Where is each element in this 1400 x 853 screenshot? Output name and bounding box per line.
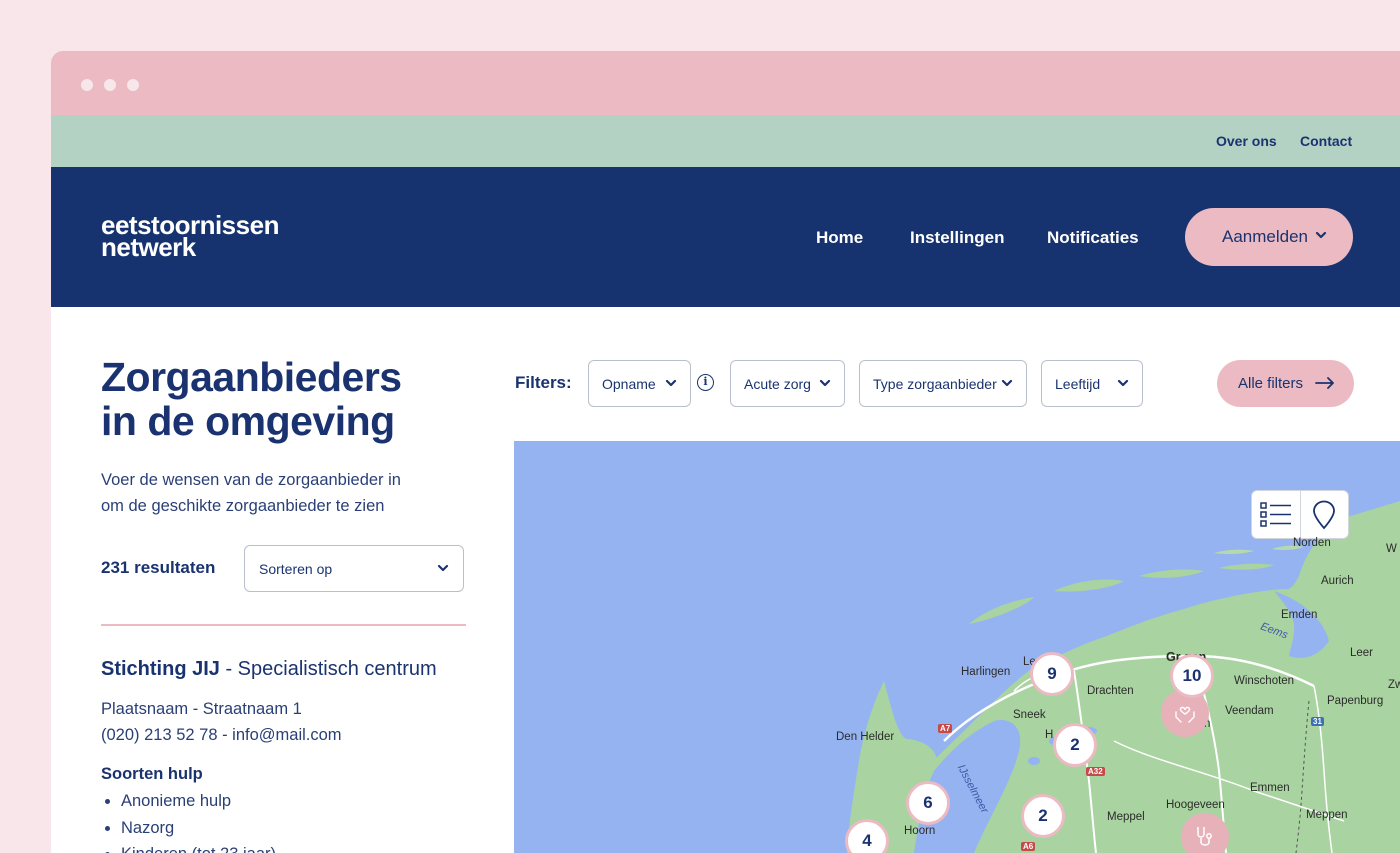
list-item: Anonieme hulp — [101, 788, 276, 815]
map-label: Sneek — [1013, 709, 1046, 721]
map-label: Zw — [1388, 679, 1400, 691]
utility-bar: Over ons Contact — [51, 115, 1400, 167]
map-label: Meppen — [1306, 809, 1348, 821]
chevron-down-icon — [1117, 379, 1129, 387]
provider-type: - Specialistisch centrum — [225, 658, 437, 680]
nav-settings[interactable]: Instellingen — [910, 228, 1004, 248]
map-cluster[interactable]: 2 — [1021, 794, 1065, 838]
intro-line-2: om de geschikte zorgaanbieder te zien — [101, 497, 385, 515]
map-label: Den Helder — [836, 731, 895, 743]
logo[interactable]: eetstoornissen netwerk — [101, 212, 279, 260]
results-count: 231 resultaten — [101, 558, 216, 577]
map-pin-icon — [1313, 500, 1336, 529]
list-item: Nazorg — [101, 815, 276, 842]
map[interactable]: Norden W Aurich Emden Leer Zw Papenburg … — [514, 441, 1400, 853]
list-view-button[interactable] — [1252, 491, 1300, 538]
provider-address: Plaatsnaam - Straatnaam 1 — [101, 700, 302, 718]
help-types-list: Anonieme hulp Nazorg Kinderen (tot 23 ja… — [101, 788, 276, 853]
provider-title[interactable]: Stichting JIJ - Specialistisch centrum — [101, 658, 437, 681]
map-label: Meppel — [1107, 811, 1145, 823]
map-label: Winschoten — [1234, 675, 1295, 687]
site-header: eetstoornissen netwerk Home Instellingen… — [51, 167, 1400, 307]
divider — [101, 624, 466, 626]
nav-home[interactable]: Home — [816, 228, 863, 248]
chevron-down-icon — [819, 379, 831, 387]
page-title-line-2: in de omgeving — [101, 398, 395, 444]
map-label: Leer — [1350, 647, 1374, 659]
map-label: Drachten — [1087, 685, 1134, 697]
chevron-down-icon — [665, 379, 677, 387]
view-toggle — [1251, 490, 1349, 539]
intro-text: Voer de wensen van de zorgaanbieder in o… — [101, 467, 431, 519]
chevron-down-icon — [1315, 231, 1327, 239]
window-dot — [81, 79, 93, 91]
map-cluster[interactable]: 9 — [1030, 652, 1074, 696]
map-label: Norden — [1293, 537, 1331, 549]
filter-label: Leeftijd — [1055, 376, 1101, 392]
map-label: H — [1045, 729, 1054, 741]
filter-acute-zorg[interactable]: Acute zorg — [730, 360, 845, 407]
contact-link[interactable]: Contact — [1300, 133, 1352, 149]
provider-contact: (020) 213 52 78 - info@mail.com — [101, 726, 342, 744]
map-label: Hoogeveen — [1166, 799, 1225, 811]
map-label: Aurich — [1321, 575, 1354, 587]
map-label: W — [1386, 543, 1397, 555]
filters-label: Filters: — [515, 373, 572, 392]
filter-opname[interactable]: Opname — [588, 360, 691, 407]
filter-type-zorgaanbieder[interactable]: Type zorgaanbieder — [859, 360, 1027, 407]
nav-notifications[interactable]: Notificaties — [1047, 228, 1139, 248]
road-marker: 31 — [1311, 717, 1324, 726]
map-cluster[interactable]: 2 — [1053, 723, 1097, 767]
map-marker[interactable] — [1181, 813, 1229, 853]
map-label: Harlingen — [961, 666, 1011, 678]
sort-select[interactable]: Sorteren op — [244, 545, 464, 592]
window-dot — [127, 79, 139, 91]
chevron-down-icon — [1001, 379, 1013, 387]
map-cluster[interactable]: 10 — [1170, 654, 1214, 698]
window-dot — [104, 79, 116, 91]
filter-label: Type zorgaanbieder — [873, 376, 997, 392]
provider-name: Stichting JIJ — [101, 658, 220, 680]
map-label: Papenburg — [1327, 695, 1384, 707]
map-label: Hoorn — [904, 825, 936, 837]
list-item: Kinderen (tot 23 jaar) — [101, 841, 276, 853]
map-cluster[interactable]: 6 — [906, 781, 950, 825]
login-label: Aanmelden — [1222, 227, 1309, 246]
intro-line-1: Voer de wensen van de zorgaanbieder in — [101, 471, 401, 489]
filter-label: Opname — [602, 376, 656, 392]
road-marker: A7 — [938, 724, 953, 733]
hands-heart-icon — [1175, 706, 1195, 723]
arrow-right-icon — [1315, 377, 1334, 389]
page-title-line-1: Zorgaanbieders — [101, 354, 402, 400]
login-button[interactable]: Aanmelden — [1185, 208, 1353, 266]
map-view-button[interactable] — [1299, 491, 1348, 538]
chevron-down-icon — [437, 564, 449, 572]
browser-window: Over ons Contact eetstoornissen netwerk … — [51, 51, 1400, 853]
help-types-heading: Soorten hulp — [101, 765, 203, 783]
road-marker: A32 — [1086, 767, 1105, 776]
map-label: Emden — [1281, 609, 1318, 621]
sort-label: Sorteren op — [259, 561, 333, 577]
filter-label: Acute zorg — [744, 376, 811, 392]
map-label: Veendam — [1225, 705, 1274, 717]
list-icon — [1260, 501, 1291, 527]
all-filters-button[interactable]: Alle filters — [1217, 360, 1354, 407]
filter-leeftijd[interactable]: Leeftijd — [1041, 360, 1143, 407]
map-label: Emmen — [1250, 782, 1290, 794]
info-icon[interactable]: i — [697, 374, 714, 391]
road-marker: A6 — [1021, 842, 1036, 851]
page-title: Zorgaanbieders in de omgeving — [101, 355, 402, 443]
all-filters-label: Alle filters — [1238, 375, 1304, 392]
about-link[interactable]: Over ons — [1216, 133, 1277, 149]
stethoscope-icon — [1197, 827, 1212, 846]
browser-chrome — [51, 51, 1400, 115]
